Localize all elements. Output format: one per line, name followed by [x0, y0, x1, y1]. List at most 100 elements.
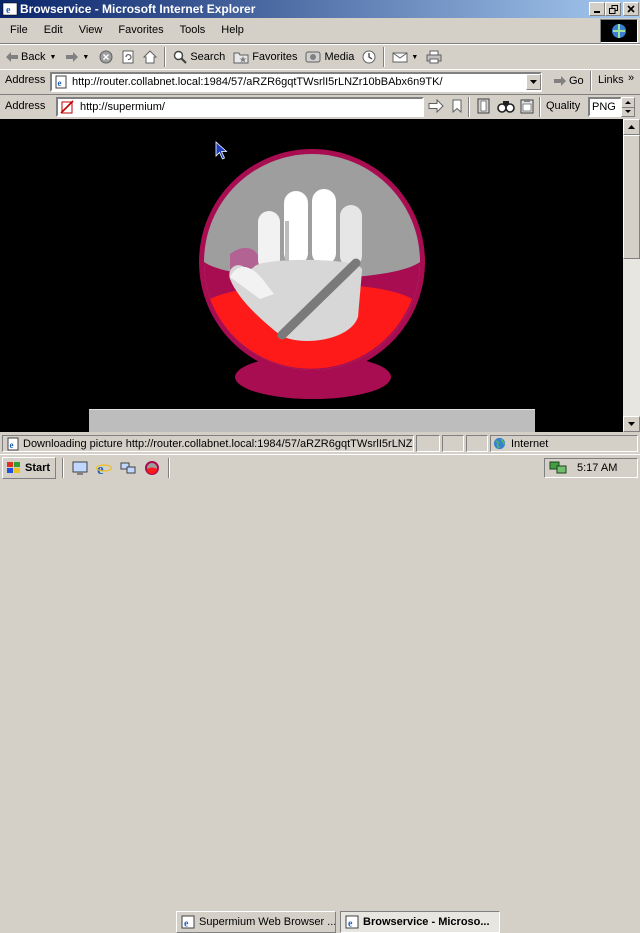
- bs-clipboard-icon[interactable]: [519, 98, 535, 117]
- quicklaunch-network-icon[interactable]: [120, 460, 136, 479]
- ie-app-icon: e: [345, 915, 359, 929]
- address-dropdown-button[interactable]: [526, 74, 541, 90]
- refresh-icon: [122, 50, 134, 64]
- svg-text:e: e: [6, 5, 11, 16]
- scroll-down-button[interactable]: [623, 416, 640, 432]
- quality-spinner[interactable]: [621, 97, 635, 117]
- task-browservice[interactable]: e Browservice - Microso...: [340, 911, 500, 933]
- menu-favorites[interactable]: Favorites: [110, 21, 171, 39]
- menu-view[interactable]: View: [71, 21, 111, 39]
- network-tray-icon[interactable]: [549, 461, 567, 475]
- back-arrow-icon: [6, 52, 18, 62]
- toolbar-separator: [164, 47, 167, 67]
- forward-arrow-icon: [66, 52, 79, 62]
- links-button[interactable]: Links: [598, 74, 624, 86]
- close-button[interactable]: [623, 2, 639, 16]
- svg-text:e: e: [10, 440, 14, 450]
- chevron-up-icon: [628, 125, 635, 129]
- history-button[interactable]: [358, 46, 380, 68]
- ie-address-url: http://router.collabnet.local:1984/57/aR…: [72, 76, 443, 88]
- status-bar: e Downloading picture http://router.coll…: [0, 433, 640, 454]
- menu-help[interactable]: Help: [213, 21, 252, 39]
- menu-bar: File Edit View Favorites Tools Help: [0, 19, 602, 41]
- bs-bookmarks-icon[interactable]: [476, 98, 492, 117]
- back-label: Back: [21, 51, 46, 63]
- media-icon: [305, 51, 321, 63]
- spinner-up-icon[interactable]: [622, 98, 634, 108]
- quality-input[interactable]: PNG: [588, 97, 622, 117]
- taskbar: Start e e Supermium Web Browser ... e Br…: [0, 454, 640, 933]
- ie-address-input[interactable]: e http://router.collabnet.local:1984/57/…: [50, 72, 542, 92]
- windows-logo-icon: [7, 462, 20, 473]
- ie-window-icon: e: [2, 1, 18, 17]
- task-supermium[interactable]: e Supermium Web Browser ...: [176, 911, 336, 933]
- scroll-thumb[interactable]: [623, 135, 640, 259]
- print-button[interactable]: [422, 46, 446, 68]
- toolbar-separator: [383, 47, 386, 67]
- supermium-logo: [199, 149, 425, 399]
- media-label: Media: [324, 51, 355, 63]
- bs-separator: [468, 97, 470, 117]
- menu-tools[interactable]: Tools: [172, 21, 214, 39]
- spinner-down-icon[interactable]: [622, 108, 634, 117]
- bs-bookmark-icon[interactable]: [450, 99, 464, 116]
- minimize-button[interactable]: [589, 2, 605, 16]
- stop-button[interactable]: [95, 46, 117, 68]
- refresh-button[interactable]: [117, 46, 139, 68]
- go-label: Go: [569, 75, 584, 87]
- status-progress-pane: [416, 435, 440, 452]
- task-browservice-label: Browservice - Microso...: [363, 916, 490, 928]
- menu-edit[interactable]: Edit: [36, 21, 71, 39]
- page-bottom-bar: [89, 409, 535, 432]
- start-label: Start: [25, 462, 51, 474]
- scroll-up-button[interactable]: [623, 119, 640, 135]
- favorites-label: Favorites: [252, 51, 298, 63]
- bs-separator: [539, 97, 541, 117]
- bs-find-icon[interactable]: [497, 98, 515, 117]
- quicklaunch-desktop-icon[interactable]: [72, 460, 88, 479]
- chevron-down-icon: [628, 422, 635, 426]
- favorites-button[interactable]: Favorites: [229, 46, 301, 68]
- quicklaunch-browser-icon[interactable]: [144, 460, 160, 479]
- home-icon: [143, 50, 158, 64]
- quicklaunch-ie-icon[interactable]: e: [95, 460, 113, 479]
- task-supermium-label: Supermium Web Browser ...: [199, 916, 336, 928]
- links-separator: [590, 71, 592, 91]
- search-button[interactable]: Search: [169, 46, 229, 68]
- bs-address-label: Address: [5, 100, 46, 112]
- svg-text:e: e: [184, 919, 189, 930]
- svg-text:e: e: [58, 78, 62, 88]
- vertical-scrollbar[interactable]: [623, 119, 640, 432]
- bs-go-arrow-icon[interactable]: [428, 98, 444, 116]
- media-button[interactable]: Media: [301, 46, 358, 68]
- search-icon: [174, 50, 188, 64]
- clock[interactable]: 5:17 AM: [577, 462, 617, 474]
- status-pane-empty: [442, 435, 464, 452]
- security-zone-label: Internet: [511, 437, 549, 450]
- back-button[interactable]: Back: [2, 46, 49, 68]
- title-bar[interactable]: e Browservice - Microsoft Internet Explo…: [0, 0, 640, 18]
- standard-toolbar: Back ▼ ▼ Search Favorites Media ▼: [2, 45, 638, 69]
- menu-file[interactable]: File: [2, 21, 36, 39]
- home-button[interactable]: [139, 46, 161, 68]
- print-icon: [426, 50, 442, 64]
- page-viewport[interactable]: [0, 119, 623, 432]
- chevron-down-icon: [530, 80, 537, 84]
- forward-dropdown-icon[interactable]: ▼: [82, 54, 89, 61]
- back-dropdown-icon[interactable]: ▼: [49, 54, 56, 61]
- start-button[interactable]: Start: [2, 457, 56, 479]
- go-button[interactable]: Go: [550, 70, 588, 92]
- security-warning-icon: [60, 100, 74, 114]
- taskbar-separator: [168, 458, 170, 478]
- status-text-pane: e Downloading picture http://router.coll…: [2, 435, 414, 452]
- mail-button[interactable]: ▼: [388, 46, 422, 68]
- mouse-cursor-icon: [215, 141, 228, 160]
- links-chevron-icon[interactable]: »: [628, 72, 634, 84]
- taskbar-separator: [62, 458, 64, 478]
- bs-address-input[interactable]: http://supermium/: [56, 97, 424, 117]
- forward-button[interactable]: [62, 46, 82, 68]
- svg-text:e: e: [97, 462, 104, 476]
- restore-button[interactable]: [605, 2, 621, 16]
- go-arrow-icon: [554, 76, 566, 86]
- ie-throbber: [600, 19, 638, 43]
